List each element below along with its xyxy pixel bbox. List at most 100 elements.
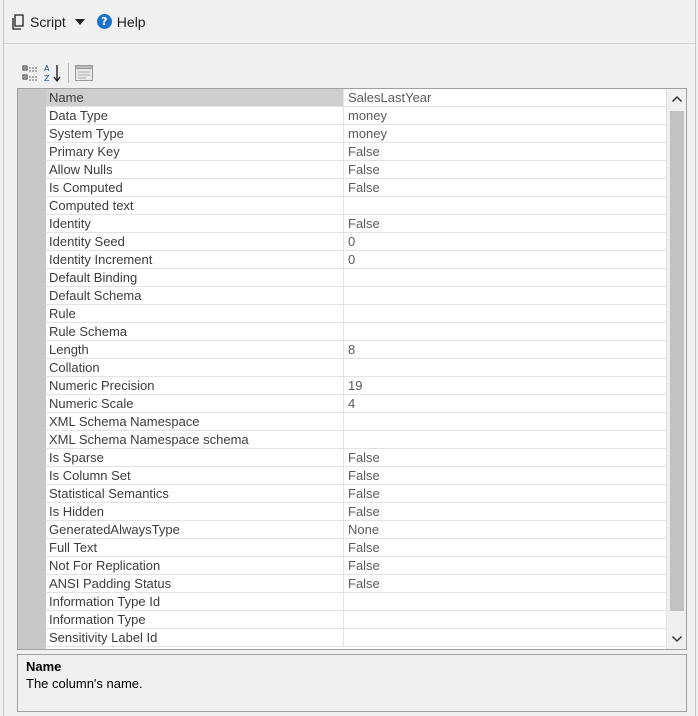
property-name: Identity Seed [49,234,125,249]
property-value[interactable]: 8 [343,341,666,358]
description-panel: Name The column's name. [17,654,687,712]
vertical-scrollbar[interactable] [666,89,686,649]
property-row[interactable]: Information Type [46,611,666,629]
property-value[interactable]: SalesLastYear [343,89,666,106]
property-name: Name [46,89,343,106]
scroll-up-button[interactable] [667,89,686,109]
property-value[interactable] [343,413,666,430]
property-value[interactable]: money [343,107,666,124]
scroll-down-button[interactable] [667,629,686,649]
property-pages-button[interactable] [73,62,95,84]
property-row[interactable]: Primary Key False [46,143,666,161]
property-value[interactable] [343,629,666,646]
properties-window: Script ? Help A Z Name SalesLastYear Dat… [3,0,696,716]
property-name: Full Text [49,540,98,555]
property-row[interactable]: Numeric Scale 4 [46,395,666,413]
property-row[interactable]: Sensitivity Label Id [46,629,666,647]
help-label: Help [116,13,146,30]
property-value[interactable]: 4 [343,395,666,412]
property-row[interactable]: Is Column Set False [46,467,666,485]
property-row[interactable]: Numeric Precision 19 [46,377,666,395]
script-icon [12,13,24,30]
script-button[interactable]: Script [12,10,97,34]
property-row[interactable]: Name SalesLastYear [46,89,666,107]
categorized-icon [22,65,38,81]
property-value[interactable] [343,431,666,448]
property-name: Is Computed [49,180,123,195]
property-name: Not For Replication [49,558,161,573]
property-name: ANSI Padding Status [49,576,172,591]
property-name: Information Type [49,612,146,627]
property-value[interactable]: False [343,449,666,466]
property-value[interactable]: money [343,125,666,142]
property-name: Information Type Id [49,594,161,609]
property-value[interactable]: False [343,179,666,196]
property-value[interactable] [343,611,666,628]
property-row[interactable]: Default Schema [46,287,666,305]
property-value[interactable]: False [343,143,666,160]
property-row[interactable]: System Type money [46,125,666,143]
property-row[interactable]: Identity Increment 0 [46,251,666,269]
property-value[interactable]: False [343,557,666,574]
property-row[interactable]: Default Binding [46,269,666,287]
property-row[interactable]: Not For Replication False [46,557,666,575]
property-value[interactable]: False [343,467,666,484]
property-value[interactable]: False [343,485,666,502]
property-name: Is Sparse [49,450,104,465]
property-row[interactable]: Information Type Id [46,593,666,611]
categorized-button[interactable] [20,62,42,84]
property-value[interactable]: None [343,521,666,538]
alphabetical-button[interactable]: A Z [42,62,64,84]
property-row[interactable]: Collation [46,359,666,377]
property-value[interactable] [343,305,666,322]
property-row[interactable]: Statistical Semantics False [46,485,666,503]
property-pages-icon [75,65,93,81]
property-value[interactable] [343,287,666,304]
property-row[interactable]: Identity Seed 0 [46,233,666,251]
property-name: Rule Schema [49,324,128,339]
property-row[interactable]: Rule Schema [46,323,666,341]
property-value[interactable]: 19 [343,377,666,394]
property-row[interactable]: ANSI Padding Status False [46,575,666,593]
property-grid[interactable]: Name SalesLastYear Data Type money System Ty… [17,88,687,650]
property-value[interactable] [343,197,666,214]
property-row[interactable]: Data Type money [46,107,666,125]
property-value[interactable]: False [343,503,666,520]
script-label: Script [30,13,66,30]
property-name: Primary Key [49,144,120,159]
chevron-down-icon [671,635,683,643]
property-row[interactable]: Length 8 [46,341,666,359]
property-value[interactable] [343,269,666,286]
property-value[interactable] [343,593,666,610]
property-row[interactable]: Full Text False [46,539,666,557]
property-name: Identity [49,216,91,231]
property-row[interactable]: Computed text [46,197,666,215]
property-value[interactable]: False [343,539,666,556]
property-row[interactable]: Is Computed False [46,179,666,197]
property-name: Identity Increment [49,252,153,267]
help-button[interactable]: ? Help [96,10,146,34]
property-value[interactable]: False [343,161,666,178]
property-value[interactable]: 0 [343,251,666,268]
description-title: Name [26,659,62,674]
property-name: Statistical Semantics [49,486,169,501]
property-value[interactable]: False [343,215,666,232]
script-dropdown-arrow-icon[interactable] [74,18,85,25]
property-value[interactable] [343,323,666,340]
toolbar: Script ? Help [4,0,695,44]
scrollbar-thumb[interactable] [670,111,684,611]
property-row[interactable]: XML Schema Namespace [46,413,666,431]
property-row[interactable]: Allow Nulls False [46,161,666,179]
property-name: Length [49,342,89,357]
property-row[interactable]: Is Sparse False [46,449,666,467]
property-value[interactable] [343,359,666,376]
property-name: Numeric Scale [49,396,134,411]
property-value[interactable]: 0 [343,233,666,250]
property-row[interactable]: XML Schema Namespace schema [46,431,666,449]
property-row[interactable]: Identity False [46,215,666,233]
property-value[interactable]: False [343,575,666,592]
property-row[interactable]: Rule [46,305,666,323]
property-row[interactable]: GeneratedAlwaysType None [46,521,666,539]
svg-text:A: A [44,64,50,73]
property-row[interactable]: Is Hidden False [46,503,666,521]
